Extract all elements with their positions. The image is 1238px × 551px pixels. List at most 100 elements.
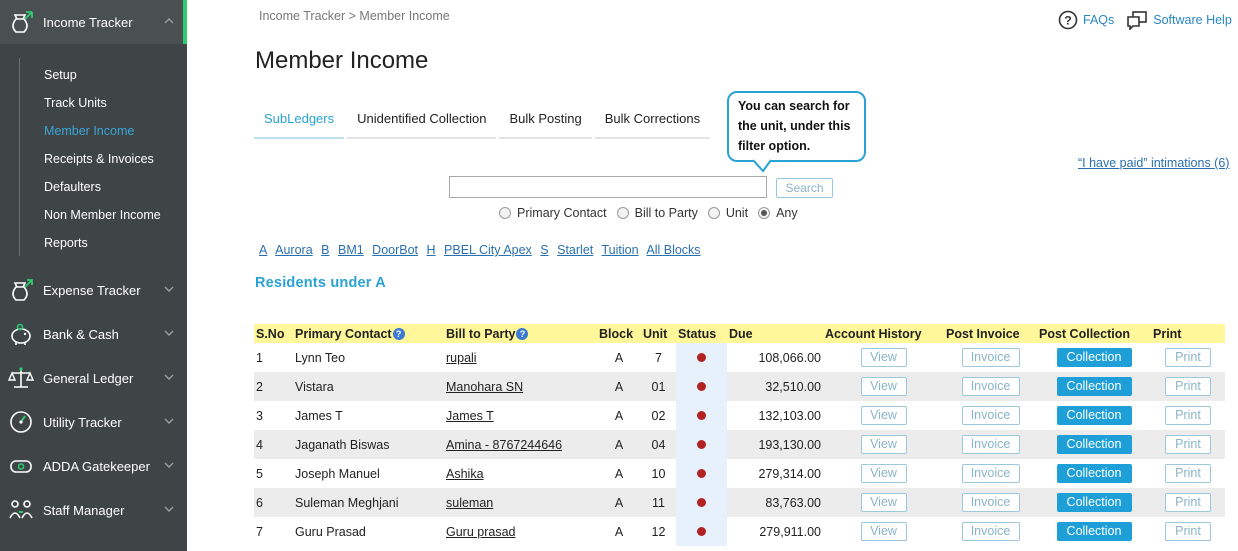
- tab-bulk-corrections[interactable]: Bulk Corrections: [594, 100, 711, 139]
- subnav-non-member-income[interactable]: Non Member Income: [44, 208, 161, 222]
- cell-bill-to-party: Guru prasad: [444, 517, 597, 546]
- table-body: 1 Lynn Teo rupali A 7 108,066.00 View Invoice Co…: [254, 343, 1225, 546]
- nav-utility-tracker[interactable]: Utility Tracker: [0, 400, 187, 444]
- i-have-paid-intimations-link[interactable]: “I have paid” intimations (6): [1078, 156, 1229, 170]
- print-button[interactable]: Print: [1165, 464, 1211, 483]
- bill-to-party-link[interactable]: Ashika: [446, 467, 484, 481]
- table-row: 3 James T James T A 02 132,103.00 View Invoice C…: [254, 401, 1225, 430]
- help-icon[interactable]: ?: [516, 328, 529, 341]
- view-button[interactable]: View: [860, 435, 907, 454]
- block-link-tuition[interactable]: Tuition: [602, 243, 639, 257]
- block-link-s[interactable]: S: [540, 243, 548, 257]
- invoice-button[interactable]: Invoice: [961, 377, 1020, 396]
- bill-to-party-link[interactable]: suleman: [446, 496, 493, 510]
- bill-to-party-link[interactable]: rupali: [446, 351, 477, 365]
- search-input[interactable]: [449, 176, 767, 198]
- nav-adda-gatekeeper[interactable]: ADDA Gatekeeper: [0, 444, 187, 488]
- collection-button[interactable]: Collection: [1056, 464, 1132, 483]
- subnav-receipts-invoices[interactable]: Receipts & Invoices: [44, 152, 154, 166]
- print-button[interactable]: Print: [1165, 406, 1211, 425]
- radio-button[interactable]: [616, 207, 629, 219]
- chat-help-icon[interactable]: [1126, 10, 1148, 30]
- nav-expense-tracker[interactable]: Expense Tracker: [0, 268, 187, 312]
- block-link-a[interactable]: A: [259, 243, 267, 257]
- filter-any[interactable]: Any: [758, 206, 798, 220]
- print-button[interactable]: Print: [1165, 493, 1211, 512]
- cell-due: 193,130.00: [727, 430, 823, 459]
- tab-unidentified-collection[interactable]: Unidentified Collection: [347, 100, 497, 139]
- question-circle-icon[interactable]: ?: [1058, 10, 1078, 30]
- callout-tail: [753, 159, 772, 173]
- cell-print: Print: [1151, 401, 1225, 430]
- nav-general-ledger[interactable]: General Ledger: [0, 356, 187, 400]
- collection-button[interactable]: Collection: [1056, 377, 1132, 396]
- tab-bulk-posting[interactable]: Bulk Posting: [499, 100, 592, 139]
- bill-to-party-link[interactable]: James T: [446, 409, 494, 423]
- software-help-link[interactable]: Software Help: [1153, 13, 1232, 27]
- radio-button[interactable]: [499, 207, 511, 219]
- view-button[interactable]: View: [860, 406, 907, 425]
- print-button[interactable]: Print: [1165, 348, 1211, 367]
- block-link-pbel-city-apex[interactable]: PBEL City Apex: [444, 243, 532, 257]
- nav-income-tracker[interactable]: Income Tracker: [0, 0, 187, 44]
- bill-to-party-link[interactable]: Guru prasad: [446, 525, 515, 539]
- faqs-link[interactable]: FAQs: [1083, 13, 1114, 27]
- invoice-button[interactable]: Invoice: [961, 435, 1020, 454]
- bill-to-party-link[interactable]: Amina - 8767244646: [446, 438, 562, 452]
- collection-button[interactable]: Collection: [1056, 493, 1132, 512]
- filter-unit[interactable]: Unit: [707, 206, 748, 220]
- status-dot-icon: [697, 439, 706, 449]
- search-button[interactable]: Search: [776, 178, 833, 198]
- subnav-reports[interactable]: Reports: [44, 236, 88, 250]
- bill-to-party-link[interactable]: Manohara SN: [446, 380, 523, 394]
- cell-post-collection: Collection: [1037, 488, 1151, 517]
- invoice-button[interactable]: Invoice: [961, 406, 1020, 425]
- view-button[interactable]: View: [860, 464, 907, 483]
- invoice-button[interactable]: Invoice: [961, 522, 1020, 541]
- print-button[interactable]: Print: [1165, 435, 1211, 454]
- cell-unit: 04: [641, 430, 676, 459]
- filter-primary-contact[interactable]: Primary Contact: [499, 206, 607, 220]
- cell-bill-to-party: Ashika: [444, 459, 597, 488]
- block-link-h[interactable]: H: [427, 243, 436, 257]
- tab-subledgers[interactable]: SubLedgers: [254, 100, 345, 139]
- print-button[interactable]: Print: [1165, 522, 1211, 541]
- cell-primary-contact: Vistara: [293, 372, 444, 401]
- cell-due: 32,510.00: [727, 372, 823, 401]
- view-button[interactable]: View: [860, 377, 907, 396]
- block-link-bm1[interactable]: BM1: [338, 243, 364, 257]
- collection-button[interactable]: Collection: [1056, 435, 1132, 454]
- cell-block: A: [597, 430, 641, 459]
- print-button[interactable]: Print: [1165, 377, 1211, 396]
- block-link-all-blocks[interactable]: All Blocks: [646, 243, 700, 257]
- invoice-button[interactable]: Invoice: [961, 348, 1020, 367]
- view-button[interactable]: View: [860, 522, 907, 541]
- nav-label: Income Tracker: [43, 14, 133, 30]
- block-link-b[interactable]: B: [321, 243, 329, 257]
- subnav-member-income[interactable]: Member Income: [44, 124, 134, 138]
- block-link-starlet[interactable]: Starlet: [557, 243, 593, 257]
- breadcrumb-root[interactable]: Income Tracker: [259, 9, 345, 23]
- chevron-down-icon: [164, 286, 174, 292]
- block-link-aurora[interactable]: Aurora: [275, 243, 313, 257]
- subnav-track-units[interactable]: Track Units: [44, 96, 107, 110]
- invoice-button[interactable]: Invoice: [961, 464, 1020, 483]
- nav-bank-cash[interactable]: Bank & Cash: [0, 312, 187, 356]
- radio-button-selected[interactable]: [758, 207, 771, 219]
- subnav-defaulters[interactable]: Defaulters: [44, 180, 101, 194]
- nav-label: Utility Tracker: [43, 414, 122, 430]
- filter-bill-to-party[interactable]: Bill to Party: [616, 206, 698, 220]
- invoice-button[interactable]: Invoice: [961, 493, 1020, 512]
- block-link-doorbot[interactable]: DoorBot: [372, 243, 418, 257]
- collection-button[interactable]: Collection: [1056, 522, 1132, 541]
- nav-staff-manager[interactable]: Staff Manager: [0, 488, 187, 532]
- cell-print: Print: [1151, 430, 1225, 459]
- view-button[interactable]: View: [860, 493, 907, 512]
- collection-button[interactable]: Collection: [1056, 348, 1132, 367]
- radio-button[interactable]: [707, 207, 720, 219]
- collection-button[interactable]: Collection: [1056, 406, 1132, 425]
- subnav-setup[interactable]: Setup: [44, 68, 77, 82]
- view-button[interactable]: View: [860, 348, 907, 367]
- chevron-up-icon: [164, 18, 174, 24]
- help-icon[interactable]: ?: [392, 328, 405, 341]
